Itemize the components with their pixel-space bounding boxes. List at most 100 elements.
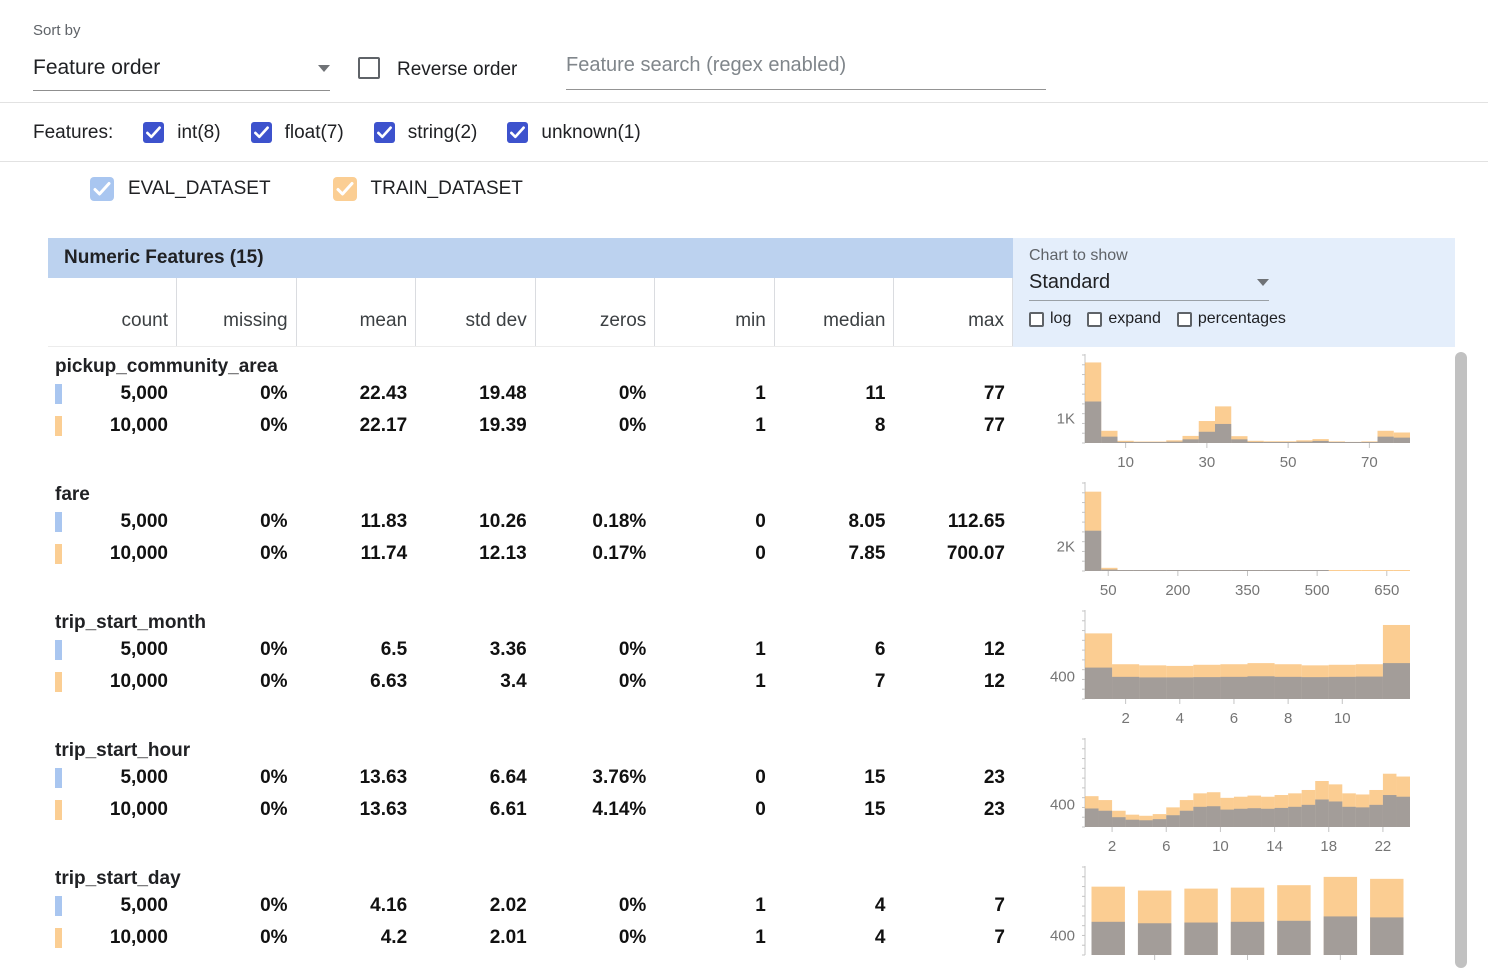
stat-value: 112.65 bbox=[893, 511, 1013, 533]
stat-value: 4.14% bbox=[535, 799, 655, 821]
column-header-count: count bbox=[48, 278, 176, 346]
column-header-std-dev: std dev bbox=[415, 278, 535, 346]
stat-value: 3.4 bbox=[415, 671, 535, 693]
stat-value: 5,000 bbox=[48, 383, 176, 405]
stat-value: 0.18% bbox=[535, 511, 655, 533]
stat-value: 10.26 bbox=[415, 511, 535, 533]
histogram-fare: 2K50200350500650 bbox=[1013, 476, 1455, 604]
stat-value: 0% bbox=[535, 671, 655, 693]
stat-value: 7 bbox=[893, 895, 1013, 917]
svg-text:1K: 1K bbox=[1057, 411, 1075, 428]
stat-value: 0% bbox=[176, 895, 296, 917]
stat-value: 0% bbox=[176, 767, 296, 789]
stat-value: 0% bbox=[535, 639, 655, 661]
checkbox-checked-icon[interactable] bbox=[251, 122, 272, 143]
stat-value: 5,000 bbox=[48, 767, 176, 789]
checkbox-checked-icon[interactable] bbox=[333, 177, 357, 201]
checkbox-checked-icon[interactable] bbox=[374, 122, 395, 143]
svg-text:8: 8 bbox=[1284, 710, 1292, 727]
toolbar: Sort by Feature order Reverse order bbox=[0, 0, 1488, 103]
checkbox-unchecked-icon[interactable] bbox=[1029, 312, 1044, 327]
chevron-down-icon bbox=[318, 65, 330, 72]
stat-value: 77 bbox=[893, 383, 1013, 405]
stats-row-train: 10,0000%4.22.010%147 bbox=[48, 922, 1013, 954]
stat-value: 19.48 bbox=[415, 383, 535, 405]
svg-text:4: 4 bbox=[1176, 710, 1184, 727]
dataset-marker-train bbox=[55, 544, 62, 564]
stat-value: 0% bbox=[176, 383, 296, 405]
stat-value: 1 bbox=[654, 895, 774, 917]
dataset-toggle-train[interactable]: TRAIN_DATASET bbox=[333, 177, 523, 201]
stat-value: 3.36 bbox=[415, 639, 535, 661]
stat-value: 11.74 bbox=[296, 543, 416, 565]
svg-text:500: 500 bbox=[1305, 582, 1330, 599]
chart-option-expand[interactable]: expand bbox=[1087, 310, 1161, 328]
stat-value: 0% bbox=[176, 799, 296, 821]
stat-value: 1 bbox=[654, 415, 774, 437]
stat-value: 6.5 bbox=[296, 639, 416, 661]
stat-value: 7 bbox=[893, 927, 1013, 949]
checkbox-checked-icon[interactable] bbox=[90, 177, 114, 201]
histogram-chart: 4002610141822 bbox=[1013, 732, 1455, 860]
feature-type-filter-unknown[interactable]: unknown(1) bbox=[507, 122, 640, 144]
histogram-trip_start_day: 400246 bbox=[1013, 860, 1455, 968]
svg-text:10: 10 bbox=[1334, 710, 1351, 727]
reverse-order-checkbox[interactable] bbox=[358, 57, 380, 79]
stats-row-eval: 5,0000%13.636.643.76%01523 bbox=[48, 762, 1013, 794]
feature-type-filter-float[interactable]: float(7) bbox=[251, 122, 344, 144]
stats-row-train: 10,0000%22.1719.390%1877 bbox=[48, 410, 1013, 442]
stat-value: 7.85 bbox=[774, 543, 894, 565]
stat-value: 4.2 bbox=[296, 927, 416, 949]
sort-by-label: Sort by bbox=[33, 22, 81, 39]
stat-value: 700.07 bbox=[893, 543, 1013, 565]
stat-value: 11 bbox=[774, 383, 894, 405]
stat-value: 10,000 bbox=[48, 543, 176, 565]
checkbox-checked-icon[interactable] bbox=[143, 122, 164, 143]
svg-text:6: 6 bbox=[1230, 710, 1238, 727]
svg-text:2: 2 bbox=[1121, 710, 1129, 727]
svg-text:2K: 2K bbox=[1057, 539, 1075, 556]
checkbox-checked-icon[interactable] bbox=[507, 122, 528, 143]
vertical-scrollbar[interactable] bbox=[1455, 352, 1467, 968]
feature-rows: pickup_community_area5,0000%22.4319.480%… bbox=[48, 348, 1013, 968]
checkbox-unchecked-icon[interactable] bbox=[1177, 312, 1192, 327]
stat-value: 0% bbox=[176, 511, 296, 533]
feature-name: fare bbox=[48, 476, 1013, 506]
feature-block-trip_start_month: trip_start_month5,0000%6.53.360%161210,0… bbox=[48, 604, 1013, 732]
column-header-min: min bbox=[654, 278, 774, 346]
chart-type-select[interactable]: Standard bbox=[1029, 271, 1269, 301]
stat-value: 6 bbox=[774, 639, 894, 661]
stat-value: 23 bbox=[893, 767, 1013, 789]
dataset-toggle-eval[interactable]: EVAL_DATASET bbox=[90, 177, 271, 201]
feature-block-pickup_community_area: pickup_community_area5,0000%22.4319.480%… bbox=[48, 348, 1013, 476]
feature-search-input[interactable] bbox=[566, 54, 1046, 90]
stats-row-train: 10,0000%6.633.40%1712 bbox=[48, 666, 1013, 698]
column-header-median: median bbox=[774, 278, 894, 346]
feature-type-filter-string[interactable]: string(2) bbox=[374, 122, 478, 144]
stat-value: 0% bbox=[535, 895, 655, 917]
stat-value: 10,000 bbox=[48, 671, 176, 693]
stat-value: 0 bbox=[654, 543, 774, 565]
stat-value: 0% bbox=[176, 543, 296, 565]
stat-value: 4 bbox=[774, 895, 894, 917]
stat-value: 12 bbox=[893, 671, 1013, 693]
chart-option-log[interactable]: log bbox=[1029, 310, 1071, 328]
stat-value: 5,000 bbox=[48, 895, 176, 917]
stat-value: 23 bbox=[893, 799, 1013, 821]
feature-name: trip_start_month bbox=[48, 604, 1013, 634]
sort-by-select[interactable]: Feature order bbox=[33, 56, 330, 91]
checkbox-unchecked-icon[interactable] bbox=[1087, 312, 1102, 327]
dataset-marker-train bbox=[55, 800, 62, 820]
feature-name: pickup_community_area bbox=[48, 348, 1013, 378]
stat-value: 5,000 bbox=[48, 639, 176, 661]
numeric-features-title: Numeric Features (15) bbox=[64, 247, 264, 269]
stat-value: 1 bbox=[654, 639, 774, 661]
svg-text:70: 70 bbox=[1361, 454, 1378, 471]
column-header-row: countmissingmeanstd devzerosminmedianmax bbox=[48, 278, 1013, 347]
stat-value: 77 bbox=[893, 415, 1013, 437]
chart-option-list: log expand percentages bbox=[1029, 310, 1455, 328]
feature-type-filter-int[interactable]: int(8) bbox=[143, 122, 220, 144]
chevron-down-icon bbox=[1257, 279, 1269, 286]
svg-text:30: 30 bbox=[1199, 454, 1216, 471]
chart-option-percentages[interactable]: percentages bbox=[1177, 310, 1286, 328]
